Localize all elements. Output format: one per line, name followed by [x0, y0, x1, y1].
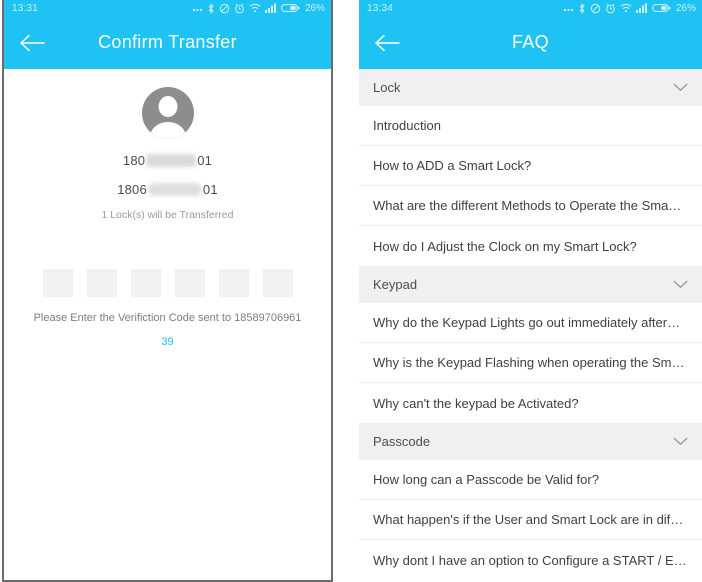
back-arrow-icon: [375, 34, 400, 51]
battery-percent: 26%: [675, 2, 696, 14]
screenshot-root: 13:31 26% Confirm Transfer 180 01 1806 0…: [0, 0, 702, 582]
status-bar: 13:34 26%: [359, 0, 702, 16]
avatar-container: [4, 87, 331, 139]
back-button[interactable]: [4, 33, 60, 53]
battery-icon: [281, 4, 300, 12]
masked-phone-1-prefix: 180: [122, 153, 146, 168]
back-button[interactable]: [359, 33, 415, 53]
faq-item[interactable]: What happen's if the User and Smart Lock…: [359, 500, 702, 540]
faq-item[interactable]: Why is the Keypad Flashing when operatin…: [359, 343, 702, 383]
avatar-shoulders: [149, 122, 186, 139]
signal-bars-icon: [264, 3, 276, 13]
more-dots-icon: [192, 8, 203, 12]
confirm-transfer-body: 180 01 1806 01 1 Lock(s) will be Transferr…: [4, 87, 331, 580]
chevron-down-icon: [673, 437, 688, 446]
verification-code-input-group[interactable]: [4, 269, 331, 297]
battery-percent: 26%: [304, 2, 325, 14]
bluetooth-icon: [208, 2, 214, 14]
faq-item[interactable]: Why can't the keypad be Activated?: [359, 383, 702, 423]
code-digit-box-4[interactable]: [174, 269, 205, 297]
user-avatar-icon: [141, 87, 194, 139]
faq-item[interactable]: What are the different Methods to Operat…: [359, 186, 702, 226]
back-arrow-icon: [20, 34, 45, 51]
faq-item[interactable]: Why dont I have an option to Configure a…: [359, 540, 702, 580]
status-bar-time: 13:31: [12, 2, 39, 14]
code-digit-box-2[interactable]: [86, 269, 117, 297]
faq-item[interactable]: Why do the Keypad Lights go out immediat…: [359, 303, 702, 343]
code-digit-box-6[interactable]: [262, 269, 293, 297]
resend-countdown[interactable]: 39: [4, 336, 331, 348]
faq-section-header-lock[interactable]: Lock: [359, 69, 702, 106]
alarm-clock-icon: [606, 3, 615, 13]
masked-phone-2-suffix: 01: [202, 182, 218, 197]
bluetooth-icon: [579, 2, 585, 14]
wifi-icon: [620, 3, 632, 13]
status-bar-icons: 26%: [192, 3, 325, 14]
faq-section-label: Keypad: [373, 277, 418, 292]
status-bar-time: 13:34: [367, 2, 394, 14]
status-bar-icons: 26%: [563, 3, 696, 14]
more-dots-icon: [563, 8, 574, 12]
chevron-down-icon: [673, 280, 688, 289]
masked-phone-number-1: 180 01: [4, 153, 331, 168]
faq-section-label: Passcode: [373, 434, 431, 449]
masked-phone-2-prefix: 1806: [117, 182, 147, 197]
wifi-icon: [249, 3, 261, 13]
alarm-clock-icon: [235, 3, 244, 13]
code-digit-box-3[interactable]: [130, 269, 161, 297]
chevron-down-icon: [673, 83, 688, 92]
faq-item[interactable]: How to ADD a Smart Lock?: [359, 146, 702, 186]
lock-transfer-note: 1 Lock(s) will be Transferred: [101, 209, 234, 221]
do-not-disturb-icon: [219, 3, 230, 13]
avatar-head: [158, 96, 177, 117]
status-bar: 13:31 26%: [4, 0, 331, 16]
faq-section-label: Lock: [373, 80, 401, 95]
verification-code-hint: Please Enter the Verifiction Code sent t…: [33, 312, 302, 324]
code-digit-box-5[interactable]: [218, 269, 249, 297]
right-phone-screen: 13:34 26% FAQ Lock Introduction How to A…: [359, 0, 702, 582]
faq-section-header-keypad[interactable]: Keypad: [359, 266, 702, 303]
faq-list[interactable]: Lock Introduction How to ADD a Smart Loc…: [359, 69, 702, 582]
signal-bars-icon: [635, 3, 647, 13]
left-phone-screen: 13:31 26% Confirm Transfer 180 01 1806 0…: [2, 0, 333, 582]
app-bar: FAQ: [359, 16, 702, 69]
app-bar: Confirm Transfer: [4, 16, 331, 69]
masked-phone-number-2: 1806 01: [4, 182, 331, 197]
code-digit-box-1[interactable]: [42, 269, 73, 297]
faq-item[interactable]: How long can a Passcode be Valid for?: [359, 460, 702, 500]
faq-section-header-passcode[interactable]: Passcode: [359, 423, 702, 460]
redaction-block: [146, 154, 197, 167]
do-not-disturb-icon: [590, 3, 601, 13]
faq-item[interactable]: Introduction: [359, 106, 702, 146]
masked-phone-1-suffix: 01: [197, 153, 213, 168]
battery-icon: [652, 4, 671, 12]
faq-item[interactable]: How do I Adjust the Clock on my Smart Lo…: [359, 226, 702, 266]
redaction-block: [147, 183, 202, 196]
